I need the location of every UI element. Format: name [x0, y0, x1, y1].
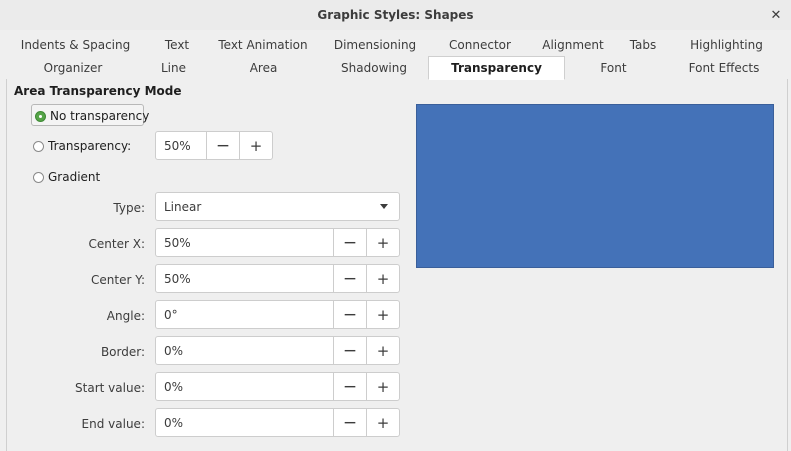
transparency-preview — [416, 104, 774, 268]
border-decrease-button[interactable]: − — [333, 337, 366, 364]
tab-organizer[interactable]: Organizer — [6, 57, 140, 79]
angle-decrease-button[interactable]: − — [333, 301, 366, 328]
chevron-down-icon[interactable] — [369, 204, 399, 209]
close-icon[interactable]: ✕ — [767, 6, 785, 24]
tab-indents-spacing[interactable]: Indents & Spacing — [6, 34, 145, 56]
center-y-spinbox[interactable]: 50% − + — [155, 264, 400, 293]
radio-checked-icon — [35, 110, 46, 122]
tab-line[interactable]: Line — [140, 57, 207, 79]
window-title: Graphic Styles: Shapes — [317, 8, 474, 22]
center-y-increase-button[interactable]: + — [366, 265, 399, 292]
title-bar: Graphic Styles: Shapes ✕ — [0, 0, 791, 30]
tab-connector[interactable]: Connector — [433, 34, 527, 56]
end-value-decrease-button[interactable]: − — [333, 409, 366, 436]
type-dropdown[interactable]: Linear — [155, 192, 400, 221]
tab-dimensioning[interactable]: Dimensioning — [317, 34, 433, 56]
tab-alignment[interactable]: Alignment — [527, 34, 619, 56]
center-x-label: Center X: — [88, 237, 145, 251]
tab-font-effects[interactable]: Font Effects — [662, 57, 786, 79]
angle-increase-button[interactable]: + — [366, 301, 399, 328]
radio-unchecked-icon — [33, 171, 44, 183]
angle-spinbox[interactable]: 0° − + — [155, 300, 400, 329]
border-label: Border: — [100, 345, 145, 359]
radio-unchecked-icon — [33, 140, 44, 152]
center-y-label: Center Y: — [91, 273, 145, 287]
type-value: Linear — [164, 199, 202, 214]
tab-font[interactable]: Font — [565, 57, 662, 79]
transparency-spinbox[interactable]: 50% − + — [155, 131, 273, 160]
transparency-decrease-button[interactable]: − — [206, 132, 239, 159]
center-y-decrease-button[interactable]: − — [333, 265, 366, 292]
start-value-value[interactable]: 0% — [156, 380, 333, 394]
start-value-decrease-button[interactable]: − — [333, 373, 366, 400]
tab-tabs[interactable]: Tabs — [619, 34, 667, 56]
radio-transparency-label: Transparency: — [48, 139, 132, 153]
center-y-value[interactable]: 50% — [156, 272, 333, 286]
start-value-spinbox[interactable]: 0% − + — [155, 372, 400, 401]
angle-label: Angle: — [106, 309, 145, 323]
tab-text-animation[interactable]: Text Animation — [209, 34, 317, 56]
border-value[interactable]: 0% — [156, 344, 333, 358]
tab-highlighting[interactable]: Highlighting — [667, 34, 786, 56]
end-value-value[interactable]: 0% — [156, 416, 333, 430]
transparency-increase-button[interactable]: + — [239, 132, 272, 159]
center-x-spinbox[interactable]: 50% − + — [155, 228, 400, 257]
tab-shadowing[interactable]: Shadowing — [320, 57, 428, 79]
radio-gradient[interactable]: Gradient — [33, 170, 100, 184]
radio-gradient-label: Gradient — [48, 170, 101, 184]
radio-no-transparency[interactable]: No transparency — [35, 109, 149, 123]
tab-row-1: Indents & Spacing Text Text Animation Di… — [6, 34, 786, 56]
start-value-increase-button[interactable]: + — [366, 373, 399, 400]
radio-no-transparency-label: No transparency — [50, 109, 150, 123]
end-value-spinbox[interactable]: 0% − + — [155, 408, 400, 437]
start-value-label: Start value: — [75, 381, 145, 395]
section-title: Area Transparency Mode — [14, 84, 182, 98]
end-value-increase-button[interactable]: + — [366, 409, 399, 436]
center-x-value[interactable]: 50% — [156, 236, 333, 250]
end-value-label: End value: — [81, 417, 145, 431]
center-x-increase-button[interactable]: + — [366, 229, 399, 256]
border-increase-button[interactable]: + — [366, 337, 399, 364]
border-spinbox[interactable]: 0% − + — [155, 336, 400, 365]
tab-row-2: Organizer Line Area Shadowing Transparen… — [6, 56, 786, 80]
radio-transparency[interactable]: Transparency: — [33, 139, 131, 153]
type-label: Type: — [113, 201, 145, 215]
tab-transparency[interactable]: Transparency — [428, 56, 565, 80]
center-x-decrease-button[interactable]: − — [333, 229, 366, 256]
angle-value[interactable]: 0° — [156, 308, 333, 322]
tab-area[interactable]: Area — [207, 57, 320, 79]
transparency-value[interactable]: 50% — [156, 139, 206, 153]
tab-text[interactable]: Text — [145, 34, 209, 56]
